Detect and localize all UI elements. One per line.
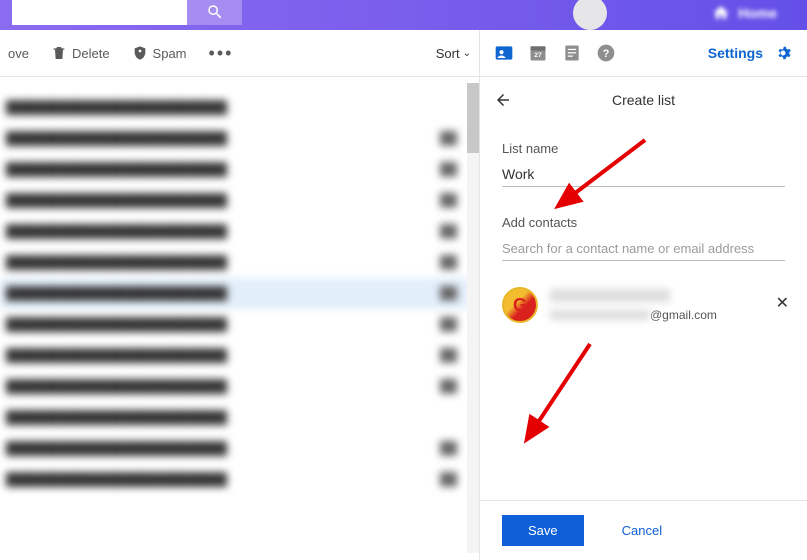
contacts-icon[interactable]	[494, 43, 514, 63]
cancel-button[interactable]: Cancel	[622, 523, 662, 538]
message-row[interactable]: ████████████████████████	[0, 402, 469, 433]
message-row[interactable]: ██████████████████████████	[0, 247, 469, 278]
spam-button[interactable]: Spam	[132, 45, 187, 61]
create-list-panel: 27 ? Settings Create list List name Add …	[480, 30, 807, 560]
user-avatar[interactable]	[573, 0, 607, 30]
message-row[interactable]: ██████████████████████████	[0, 154, 469, 185]
move-button[interactable]: ove	[8, 46, 29, 61]
search-icon	[206, 3, 224, 21]
contact-chip: G @gmail.com ✕	[502, 287, 785, 323]
home-icon	[712, 4, 730, 22]
panel-title: Create list	[612, 92, 675, 108]
calendar-badge: 27	[534, 52, 542, 59]
message-row[interactable]: ██████████████████████████	[0, 216, 469, 247]
create-list-form: List name Add contacts G @gmail.com ✕	[480, 121, 807, 500]
action-bar: Save Cancel	[480, 500, 807, 560]
message-row[interactable]: ██████████████████████████	[0, 340, 469, 371]
more-menu-button[interactable]: •••	[209, 43, 234, 64]
back-arrow-icon[interactable]	[494, 91, 512, 109]
shield-icon	[132, 45, 148, 61]
chevron-down-icon: ⌄	[463, 48, 471, 59]
message-row[interactable]: ██████████████████████████	[0, 433, 469, 464]
notes-icon[interactable]	[562, 43, 582, 63]
home-link[interactable]: Home	[712, 4, 777, 22]
panel-header: Create list	[480, 77, 807, 121]
contact-name	[550, 289, 670, 302]
annotation-arrow-2	[520, 339, 600, 444]
add-contacts-input[interactable]	[502, 236, 785, 261]
message-row[interactable]: ██████████████████████████	[0, 464, 469, 495]
message-row[interactable]: ██████████████████████████	[0, 185, 469, 216]
remove-contact-button[interactable]: ✕	[776, 293, 789, 313]
calendar-icon[interactable]: 27	[528, 43, 548, 63]
contact-email: @gmail.com	[550, 308, 717, 322]
scrollbar-track[interactable]	[467, 83, 479, 553]
global-search-input[interactable]	[12, 0, 187, 25]
settings-link[interactable]: Settings	[708, 45, 763, 61]
help-icon[interactable]: ?	[596, 43, 616, 63]
trash-icon	[51, 45, 67, 61]
contact-avatar: G	[502, 287, 538, 323]
home-label: Home	[738, 5, 777, 21]
message-row[interactable]: ██████████████████████████	[0, 278, 469, 309]
spam-label: Spam	[153, 46, 187, 61]
right-toolbar: 27 ? Settings	[480, 30, 807, 77]
move-label: ove	[8, 46, 29, 61]
mail-toolbar: ove Delete Spam ••• Sort ⌄	[0, 30, 479, 77]
save-button[interactable]: Save	[502, 515, 584, 546]
sort-button[interactable]: Sort ⌄	[436, 46, 471, 61]
delete-label: Delete	[72, 46, 110, 61]
message-list: ████████████████████████████████████████…	[0, 77, 479, 560]
list-name-input[interactable]	[502, 162, 785, 187]
message-row[interactable]: ██████████████████████████	[0, 123, 469, 154]
app-topbar: Home	[0, 0, 807, 30]
gear-icon[interactable]	[773, 43, 793, 63]
svg-text:?: ?	[603, 48, 610, 60]
scrollbar-thumb[interactable]	[467, 83, 479, 153]
search-button[interactable]	[187, 0, 242, 25]
message-row[interactable]: ██████████████████████████	[0, 309, 469, 340]
list-name-label: List name	[502, 141, 785, 156]
message-row[interactable]: ████████████████████████	[0, 92, 469, 123]
sort-label: Sort	[436, 46, 460, 61]
message-row[interactable]: ██████████████████████████	[0, 371, 469, 402]
mail-list-pane: ove Delete Spam ••• Sort ⌄ █████████████…	[0, 30, 480, 560]
delete-button[interactable]: Delete	[51, 45, 110, 61]
add-contacts-label: Add contacts	[502, 215, 785, 230]
